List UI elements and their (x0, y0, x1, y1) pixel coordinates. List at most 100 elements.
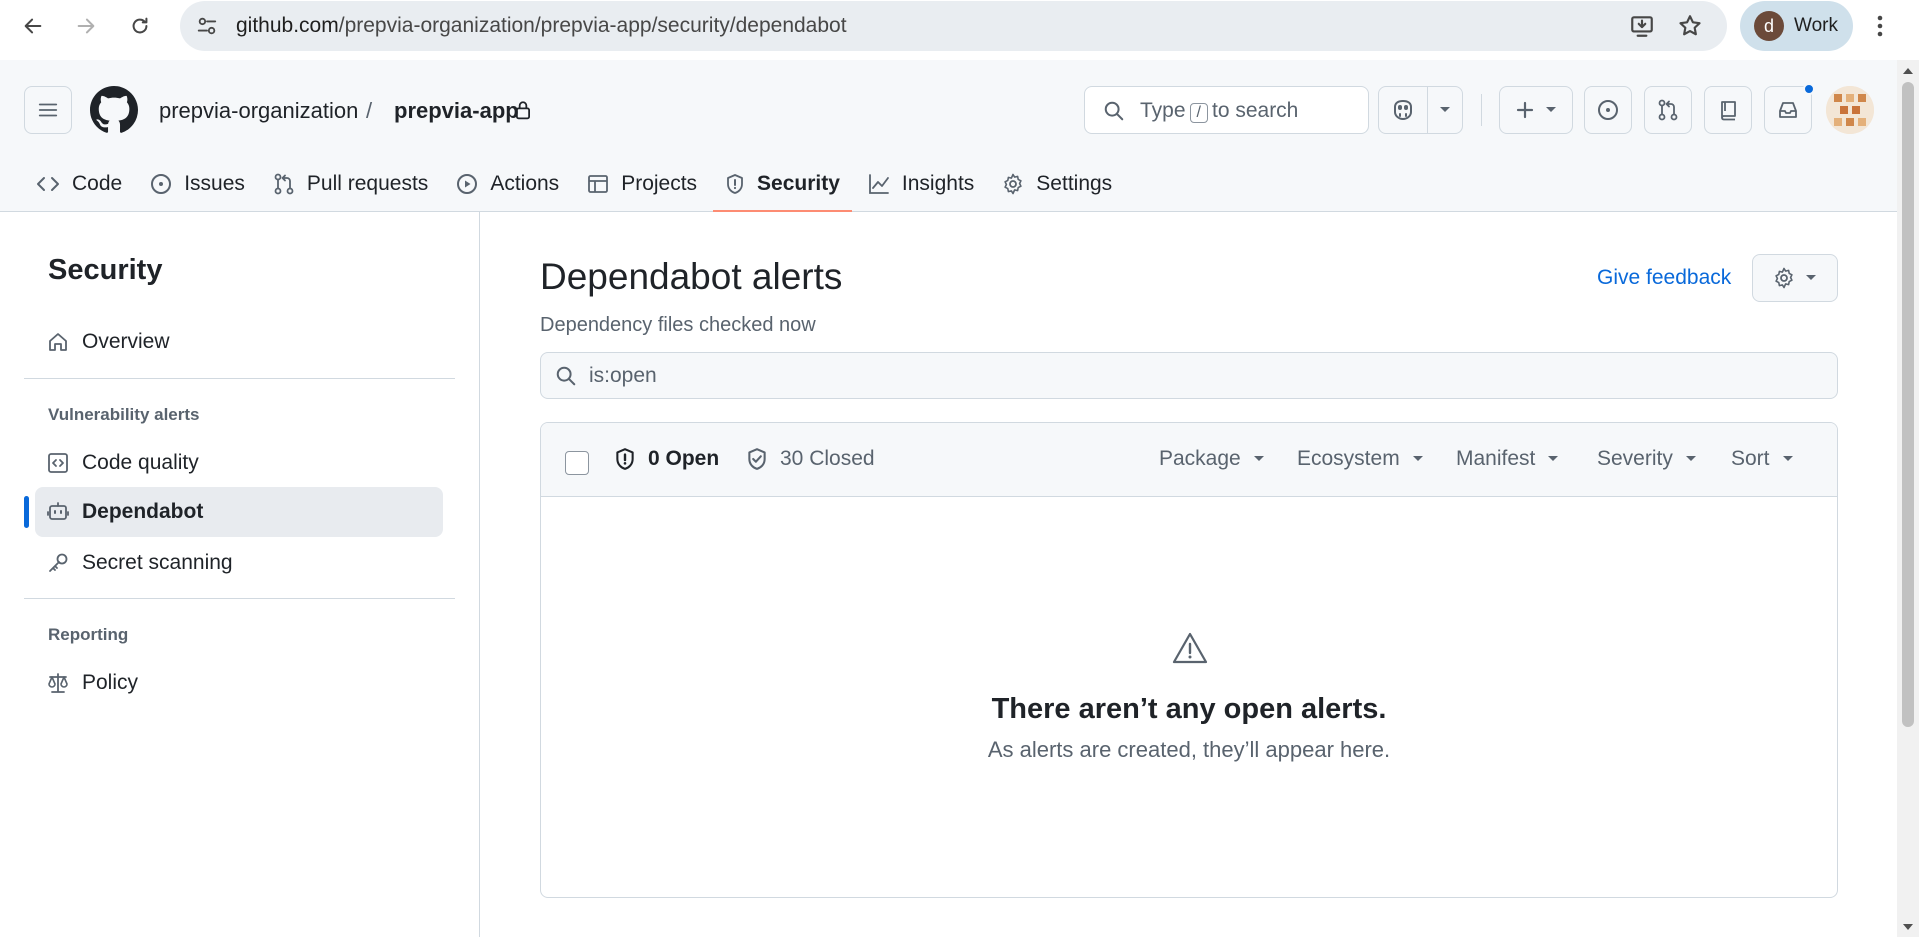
tab-label: Actions (490, 172, 560, 195)
closed-count: 30 Closed (780, 447, 875, 470)
alerts-filter[interactable] (540, 352, 1838, 399)
tab-pull-requests[interactable]: Pull requests (261, 156, 440, 212)
pull-requests-button[interactable] (1644, 86, 1692, 134)
scroll-down-icon[interactable] (1902, 922, 1914, 934)
tab-label: Insights (901, 172, 975, 195)
alerts-filter-input[interactable] (589, 361, 1789, 391)
scroll-up-icon[interactable] (1902, 66, 1914, 78)
hamburger-icon (38, 103, 58, 117)
tab-security[interactable]: Security (713, 156, 852, 212)
give-feedback-link[interactable]: Give feedback (1597, 266, 1731, 290)
issue-icon (151, 174, 172, 194)
filter-ecosystem[interactable]: Ecosystem (1297, 447, 1424, 471)
sidebar-item-label: Secret scanning (82, 551, 233, 574)
blankslate: There aren’t any open alerts. As alerts … (541, 497, 1837, 897)
closed-alerts-toggle[interactable]: 30 Closed (746, 447, 875, 471)
address-bar[interactable]: github.com/prepvia-organization/prepvia-… (180, 1, 1727, 51)
lock-icon (514, 100, 532, 120)
tab-code[interactable]: Code (24, 156, 134, 212)
install-app-icon[interactable] (1629, 13, 1655, 39)
filter-label: Severity (1597, 447, 1673, 470)
bookmark-star-icon[interactable] (1677, 13, 1703, 39)
github-logo-icon[interactable] (90, 86, 138, 134)
tab-actions[interactable]: Actions (444, 156, 571, 212)
search-placeholder: Type / to search (1140, 99, 1298, 123)
sidebar-item-secret-scanning[interactable]: Secret scanning (35, 538, 443, 588)
caret-down-icon (1548, 456, 1559, 461)
profile-chip[interactable]: d Work (1740, 1, 1853, 51)
sidebar-divider (24, 378, 455, 379)
sidebar-title: Security (48, 254, 163, 286)
tab-insights[interactable]: Insights (856, 156, 986, 212)
sidebar-item-code-quality[interactable]: Code quality (35, 438, 443, 488)
caret-down-icon (1782, 456, 1793, 461)
tab-issues[interactable]: Issues (138, 156, 257, 212)
filter-label: Sort (1731, 447, 1770, 470)
law-icon (48, 673, 68, 693)
global-nav-button[interactable] (24, 86, 72, 134)
back-button[interactable] (17, 10, 49, 42)
breadcrumb-org[interactable]: prepvia-organization (159, 98, 358, 124)
filter-manifest[interactable]: Manifest (1456, 447, 1559, 471)
profile-label: Work (1794, 15, 1838, 36)
play-icon (457, 174, 478, 194)
filter-label: Ecosystem (1297, 447, 1400, 470)
search-shortcut-key: / (1189, 103, 1208, 123)
create-new-button[interactable] (1499, 86, 1573, 134)
breadcrumb-repo[interactable]: prepvia-app (394, 98, 519, 124)
sidebar-heading-reporting: Reporting (48, 625, 129, 644)
filter-sort[interactable]: Sort (1731, 447, 1794, 471)
sidebar-item-label: Code quality (82, 451, 199, 474)
blankslate-description: As alerts are created, they’ll appear he… (987, 737, 1391, 762)
sidebar-item-overview[interactable]: Overview (35, 317, 443, 367)
scrollbar-thumb[interactable] (1902, 82, 1914, 727)
tab-label: Code (72, 172, 123, 195)
caret-down-icon (1806, 275, 1816, 280)
global-search-input[interactable]: Type / to search (1084, 86, 1369, 134)
tab-settings[interactable]: Settings (990, 156, 1124, 212)
notification-dot (1803, 83, 1815, 95)
tab-label: Security (757, 172, 840, 195)
repo-tabs: Code Issues Pull requests Actions Projec… (24, 156, 1128, 212)
tab-projects[interactable]: Projects (575, 156, 709, 212)
alerts-box: 0 Open 30 Closed Package Ecosystem Manif… (540, 422, 1838, 898)
filter-label: Package (1159, 447, 1241, 470)
sidebar-item-policy[interactable]: Policy (35, 658, 443, 708)
filter-label: Manifest (1456, 447, 1536, 470)
issues-button[interactable] (1584, 86, 1632, 134)
graph-icon (869, 174, 889, 194)
select-all-checkbox[interactable] (565, 451, 589, 475)
site-settings-icon[interactable] (196, 15, 218, 37)
copilot-menu-button[interactable] (1427, 86, 1463, 134)
arrow-right-icon (77, 18, 95, 34)
table-icon (588, 175, 609, 193)
filter-severity[interactable]: Severity (1597, 447, 1697, 471)
plus-icon (1516, 101, 1534, 119)
url-host: github.com (236, 14, 339, 37)
arrow-left-icon (24, 18, 42, 34)
forward-button[interactable] (70, 10, 102, 42)
tab-label: Issues (184, 172, 245, 195)
copilot-button[interactable] (1378, 86, 1428, 134)
dependabot-settings-button[interactable] (1752, 254, 1838, 302)
filter-package[interactable]: Package (1159, 447, 1265, 471)
code-icon (37, 177, 59, 191)
repositories-button[interactable] (1704, 86, 1752, 134)
browser-menu-icon[interactable] (1876, 14, 1884, 38)
search-placeholder-prefix: Type (1140, 99, 1186, 122)
sidebar-item-label: Dependabot (82, 500, 204, 523)
inbox-icon (1779, 102, 1797, 118)
reload-button[interactable] (124, 10, 156, 42)
issue-icon (1598, 100, 1618, 120)
open-alerts-toggle[interactable]: 0 Open (614, 447, 719, 471)
alerts-box-header: 0 Open 30 Closed Package Ecosystem Manif… (541, 423, 1837, 497)
sidebar-item-dependabot[interactable]: Dependabot (24, 487, 443, 537)
page-subtitle: Dependency files checked now (540, 314, 816, 336)
blankslate-title: There aren’t any open alerts. (991, 693, 1387, 725)
tab-label: Pull requests (306, 172, 429, 195)
alert-icon (1172, 631, 1208, 665)
search-icon (555, 365, 577, 387)
caret-down-icon (1412, 456, 1423, 461)
caret-down-icon (1546, 107, 1556, 112)
user-avatar[interactable] (1826, 86, 1874, 134)
